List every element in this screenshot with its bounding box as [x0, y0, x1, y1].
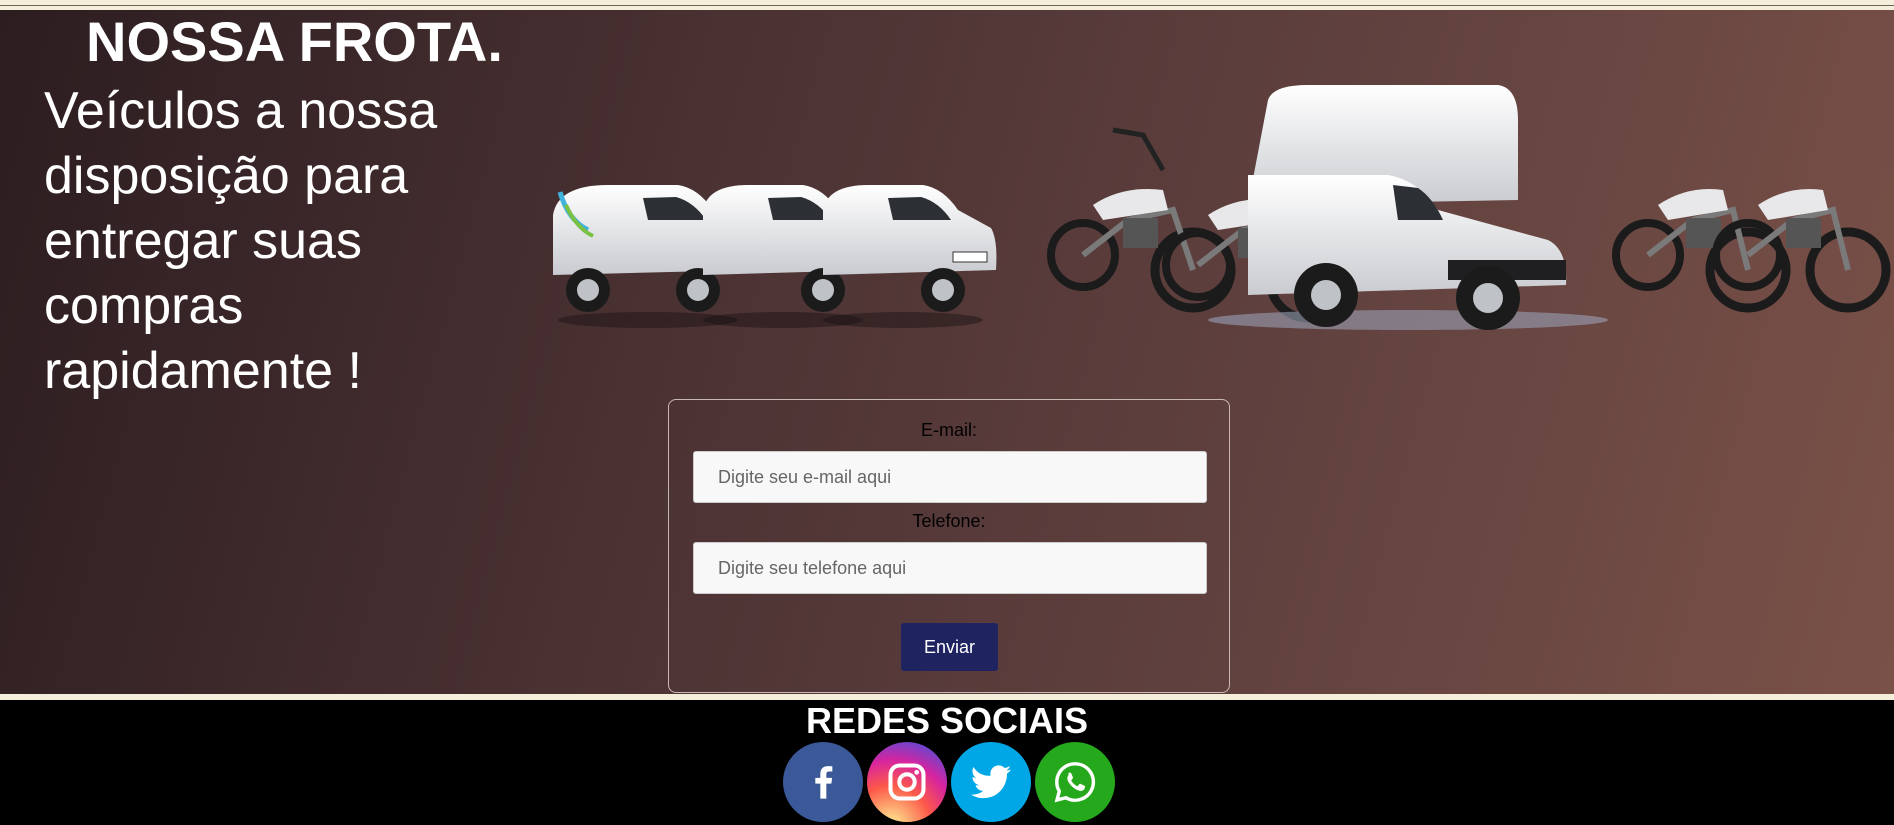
van-image — [823, 185, 997, 328]
facebook-link[interactable] — [783, 742, 863, 822]
fleet-image — [553, 85, 1891, 330]
twitter-icon — [970, 765, 1012, 799]
whatsapp-link[interactable] — [1035, 742, 1115, 822]
motorcycle-image — [1047, 127, 1236, 313]
truck-image — [1208, 85, 1608, 330]
page-title: NOSSA FROTA. — [86, 10, 503, 73]
phone-field[interactable] — [693, 542, 1207, 594]
contact-form: E-mail: Telefone: Enviar — [668, 399, 1230, 693]
whatsapp-icon — [1054, 762, 1096, 803]
instagram-icon — [888, 763, 926, 801]
fleet-section: NOSSA FROTA. Veículos a nossa disposição… — [0, 10, 1894, 694]
footer: REDES SOCIAIS — [0, 700, 1894, 825]
email-field[interactable] — [693, 451, 1207, 503]
submit-button[interactable]: Enviar — [901, 623, 998, 671]
instagram-link[interactable] — [867, 742, 947, 822]
email-label: E-mail: — [920, 420, 977, 440]
twitter-link[interactable] — [951, 742, 1031, 822]
fleet-description: Veículos a nossa disposição para entrega… — [44, 82, 438, 400]
top-border — [0, 0, 1894, 10]
facebook-icon — [815, 766, 833, 799]
phone-label: Telefone: — [912, 511, 986, 531]
social-title: REDES SOCIAIS — [805, 700, 1089, 741]
